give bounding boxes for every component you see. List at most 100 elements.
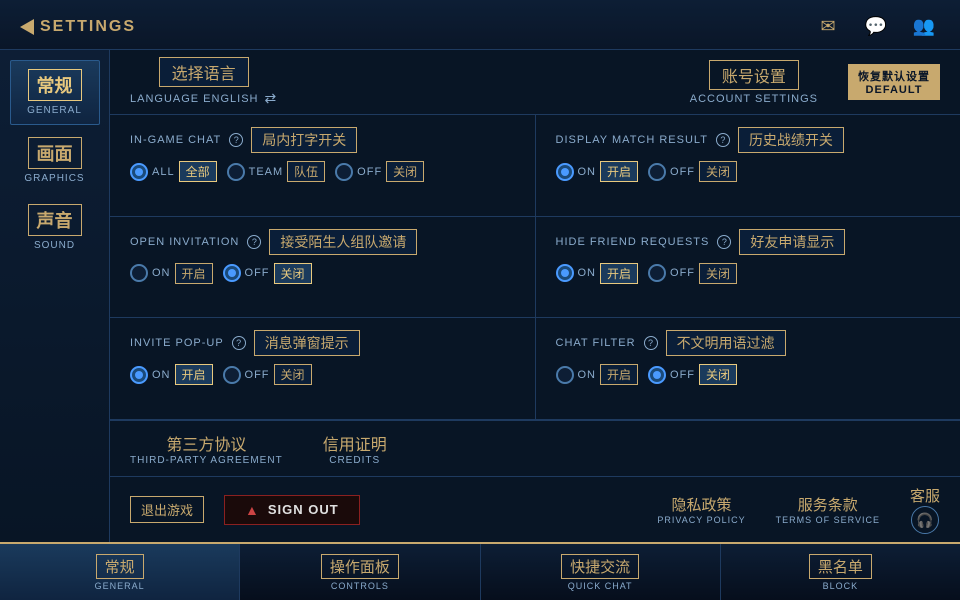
language-cn-label: 选择语言: [159, 57, 249, 87]
in-game-chat-all[interactable]: ALL 全部: [130, 161, 217, 182]
invite-popup-on-cn: 开启: [175, 364, 213, 385]
invite-popup-on-radio[interactable]: [130, 366, 148, 384]
display-match-on[interactable]: ON 开启: [556, 161, 639, 182]
sidebar-general-cn: 常规: [28, 69, 82, 101]
invite-popup-on-en: ON: [152, 369, 171, 381]
display-match-header: DISPLAY MATCH RESULT ? 历史战绩开关: [556, 127, 941, 153]
hide-friend-on[interactable]: ON 开启: [556, 263, 639, 284]
in-game-chat-off[interactable]: OFF 关闭: [335, 161, 424, 182]
nav-general[interactable]: 常规 GENERAL: [0, 544, 240, 600]
setting-display-match: DISPLAY MATCH RESULT ? 历史战绩开关 ON 开启 OFF: [536, 115, 960, 216]
chat-filter-options: ON 开启 OFF 关闭: [556, 364, 941, 385]
in-game-chat-all-cn: 全部: [179, 161, 217, 182]
credits-link[interactable]: 信用证明 CREDITS: [323, 431, 387, 466]
setting-open-invitation: OPEN INVITATION ? 接受陌生人组队邀请 ON 开启 OFF: [110, 217, 535, 318]
credits-en: CREDITS: [329, 455, 380, 466]
in-game-chat-all-en: ALL: [152, 166, 175, 178]
open-invitation-on-radio[interactable]: [130, 264, 148, 282]
invite-popup-options: ON 开启 OFF 关闭: [130, 364, 515, 385]
customer-service-link[interactable]: 客服 🎧: [910, 485, 940, 534]
envelope-icon[interactable]: ✉: [812, 11, 844, 43]
terms-cn: 服务条款: [798, 494, 858, 515]
display-match-on-cn: 开启: [600, 161, 638, 182]
hide-friend-info-icon[interactable]: ?: [717, 235, 731, 249]
top-controls: 选择语言 LANGUAGE ENGLISH ⇄ 账号设置 ACCOUNT SET…: [110, 50, 960, 115]
sidebar-general-en: GENERAL: [15, 105, 95, 116]
in-game-chat-all-radio[interactable]: [130, 163, 148, 181]
sidebar-item-graphics[interactable]: 画面 GRAPHICS: [10, 129, 100, 192]
setting-hide-friend: HIDE FRIEND REQUESTS ? 好友申请显示 ON 开启 OFF: [536, 217, 960, 318]
open-invitation-cn: 接受陌生人组队邀请: [269, 229, 417, 255]
hide-friend-on-radio[interactable]: [556, 264, 574, 282]
open-invitation-off-radio[interactable]: [223, 264, 241, 282]
nav-quick-chat-cn: 快捷交流: [561, 554, 639, 579]
open-invitation-en: OPEN INVITATION: [130, 236, 239, 248]
sidebar-item-general[interactable]: 常规 GENERAL: [10, 60, 100, 125]
settings-grid: IN-GAME CHAT ? 局内打字开关 ALL 全部 TEAM: [110, 115, 960, 420]
nav-block[interactable]: 黑名单 BLOCK: [721, 544, 960, 600]
open-invitation-info-icon[interactable]: ?: [247, 235, 261, 249]
customer-service-cn: 客服: [910, 485, 940, 506]
invite-popup-cn: 消息弹窗提示: [254, 330, 360, 356]
setting-chat-filter: CHAT FILTER ? 不文明用语过滤 ON 开启 OFF: [536, 318, 960, 419]
display-match-info-icon[interactable]: ?: [716, 133, 730, 147]
settings-main: 选择语言 LANGUAGE ENGLISH ⇄ 账号设置 ACCOUNT SET…: [110, 50, 960, 542]
chat-icon[interactable]: 💬: [860, 11, 892, 43]
sign-out-button[interactable]: ▲ SIGN OUT: [224, 495, 360, 525]
chat-filter-cn: 不文明用语过滤: [666, 330, 786, 356]
friends-icon[interactable]: 👥: [908, 11, 940, 43]
in-game-chat-team[interactable]: TEAM 队伍: [227, 161, 326, 182]
sidebar: 常规 GENERAL 画面 GRAPHICS 声音 SOUND: [0, 50, 110, 542]
chat-filter-off-radio[interactable]: [648, 366, 666, 384]
swap-icon[interactable]: ⇄: [264, 90, 277, 107]
default-button[interactable]: 恢复默认设置 DEFAULT: [848, 64, 940, 100]
open-invitation-off-cn: 关闭: [274, 263, 312, 284]
display-match-off-radio[interactable]: [648, 163, 666, 181]
hide-friend-en: HIDE FRIEND REQUESTS: [556, 236, 710, 248]
invite-popup-on[interactable]: ON 开启: [130, 364, 213, 385]
default-cn: 恢复默认设置: [858, 71, 930, 83]
header: SETTINGS ✉ 💬 👥: [0, 0, 960, 50]
open-invitation-off[interactable]: OFF 关闭: [223, 263, 312, 284]
in-game-chat-info-icon[interactable]: ?: [229, 133, 243, 147]
invite-popup-off-radio[interactable]: [223, 366, 241, 384]
chat-filter-off[interactable]: OFF 关闭: [648, 364, 737, 385]
back-button[interactable]: SETTINGS: [20, 18, 136, 36]
warning-icon: ▲: [245, 502, 260, 518]
sign-out-label: SIGN OUT: [268, 502, 339, 517]
invite-popup-off[interactable]: OFF 关闭: [223, 364, 312, 385]
nav-general-en: GENERAL: [95, 581, 145, 591]
settings-title: SETTINGS: [40, 18, 136, 36]
in-game-chat-team-radio[interactable]: [227, 163, 245, 181]
hide-friend-off[interactable]: OFF 关闭: [648, 263, 737, 284]
chat-filter-on-radio[interactable]: [556, 366, 574, 384]
terms-en: TERMS OF SERVICE: [776, 515, 880, 525]
nav-controls[interactable]: 操作面板 CONTROLS: [240, 544, 480, 600]
sidebar-graphics-en: GRAPHICS: [14, 173, 96, 184]
right-links: 隐私政策 PRIVACY POLICY 服务条款 TERMS OF SERVIC…: [657, 485, 940, 534]
signout-cn-button[interactable]: 退出游戏: [130, 496, 204, 523]
third-party-cn: 第三方协议: [166, 431, 246, 455]
signout-row: 退出游戏 ▲ SIGN OUT 隐私政策 PRIVACY POLICY 服务条款…: [110, 476, 960, 542]
account-cn-label: 账号设置: [709, 60, 799, 90]
open-invitation-on-cn: 开启: [175, 263, 213, 284]
chat-filter-on[interactable]: ON 开启: [556, 364, 639, 385]
display-match-on-radio[interactable]: [556, 163, 574, 181]
hide-friend-off-radio[interactable]: [648, 264, 666, 282]
terms-of-service-link[interactable]: 服务条款 TERMS OF SERVICE: [776, 494, 880, 525]
invite-popup-info-icon[interactable]: ?: [232, 336, 246, 350]
chat-filter-info-icon[interactable]: ?: [644, 336, 658, 350]
chat-filter-header: CHAT FILTER ? 不文明用语过滤: [556, 330, 941, 356]
nav-quick-chat[interactable]: 快捷交流 QUICK CHAT: [481, 544, 721, 600]
invite-popup-en: INVITE POP-UP: [130, 337, 224, 349]
sidebar-item-sound[interactable]: 声音 SOUND: [10, 196, 100, 259]
back-arrow-icon: [20, 19, 34, 35]
third-party-link[interactable]: 第三方协议 THIRD-PARTY AGREEMENT: [130, 431, 283, 466]
nav-block-cn: 黑名单: [809, 554, 872, 579]
open-invitation-on[interactable]: ON 开启: [130, 263, 213, 284]
display-match-off[interactable]: OFF 关闭: [648, 161, 737, 182]
display-match-options: ON 开启 OFF 关闭: [556, 161, 941, 182]
privacy-policy-link[interactable]: 隐私政策 PRIVACY POLICY: [657, 494, 745, 525]
in-game-chat-off-radio[interactable]: [335, 163, 353, 181]
invite-popup-header: INVITE POP-UP ? 消息弹窗提示: [130, 330, 515, 356]
